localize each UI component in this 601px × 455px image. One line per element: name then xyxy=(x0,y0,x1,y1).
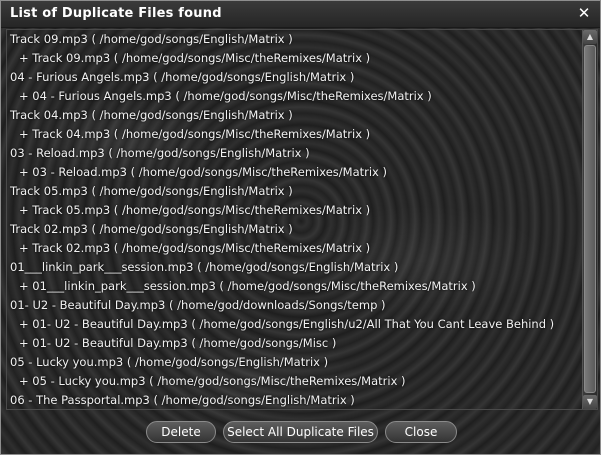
duplicate-file-entry[interactable]: + 03 - Reload.mp3 ( /home/god/songs/Misc… xyxy=(7,163,581,182)
duplicate-file-entry[interactable]: + Track 02.mp3 ( /home/god/songs/Misc/th… xyxy=(7,239,581,258)
duplicate-files-list[interactable]: Track 09.mp3 ( /home/god/songs/English/M… xyxy=(7,30,581,409)
title-bar: List of Duplicate Files found ✕ xyxy=(1,1,600,28)
duplicate-files-list-frame: Track 09.mp3 ( /home/god/songs/English/M… xyxy=(6,29,598,410)
duplicate-file-entry[interactable]: + 01___linkin_park___session.mp3 ( /home… xyxy=(7,277,581,296)
duplicate-file-entry[interactable]: + 04 - Furious Angels.mp3 ( /home/god/so… xyxy=(7,87,581,106)
original-file-entry[interactable]: Track 09.mp3 ( /home/god/songs/English/M… xyxy=(7,30,581,49)
scrollbar-thumb[interactable] xyxy=(584,45,596,393)
original-file-entry[interactable]: 06 - The Passportal.mp3 ( /home/god/song… xyxy=(7,391,581,409)
button-bar: Delete Select All Duplicate Files Close xyxy=(1,421,600,443)
select-all-duplicates-button[interactable]: Select All Duplicate Files xyxy=(223,421,378,443)
scroll-down-arrow-icon[interactable]: ▼ xyxy=(583,395,597,409)
original-file-entry[interactable]: 05 - Lucky you.mp3 ( /home/god/songs/Eng… xyxy=(7,353,581,372)
original-file-entry[interactable]: 04 - Furious Angels.mp3 ( /home/god/song… xyxy=(7,68,581,87)
original-file-entry[interactable]: 01- U2 - Beautiful Day.mp3 ( /home/god/d… xyxy=(7,296,581,315)
original-file-entry[interactable]: Track 02.mp3 ( /home/god/songs/English/M… xyxy=(7,220,581,239)
duplicate-file-entry[interactable]: + 05 - Lucky you.mp3 ( /home/god/songs/M… xyxy=(7,372,581,391)
vertical-scrollbar[interactable]: ▲ ▼ xyxy=(582,30,597,409)
duplicate-file-entry[interactable]: + Track 05.mp3 ( /home/god/songs/Misc/th… xyxy=(7,201,581,220)
duplicate-file-entry[interactable]: + 01- U2 - Beautiful Day.mp3 ( /home/god… xyxy=(7,315,581,334)
duplicate-file-entry[interactable]: + 01- U2 - Beautiful Day.mp3 ( /home/god… xyxy=(7,334,581,353)
original-file-entry[interactable]: Track 05.mp3 ( /home/god/songs/English/M… xyxy=(7,182,581,201)
dialog-title: List of Duplicate Files found xyxy=(10,6,222,21)
delete-button[interactable]: Delete xyxy=(146,421,216,443)
close-button[interactable]: Close xyxy=(385,421,457,443)
duplicate-file-entry[interactable]: + Track 04.mp3 ( /home/god/songs/Misc/th… xyxy=(7,125,581,144)
duplicate-file-entry[interactable]: + Track 09.mp3 ( /home/god/songs/Misc/th… xyxy=(7,49,581,68)
original-file-entry[interactable]: Track 04.mp3 ( /home/god/songs/English/M… xyxy=(7,106,581,125)
original-file-entry[interactable]: 03 - Reload.mp3 ( /home/god/songs/Englis… xyxy=(7,144,581,163)
scroll-up-arrow-icon[interactable]: ▲ xyxy=(583,30,597,44)
original-file-entry[interactable]: 01___linkin_park___session.mp3 ( /home/g… xyxy=(7,258,581,277)
duplicate-files-dialog: List of Duplicate Files found ✕ Track 09… xyxy=(0,0,601,455)
close-icon[interactable]: ✕ xyxy=(576,4,592,22)
